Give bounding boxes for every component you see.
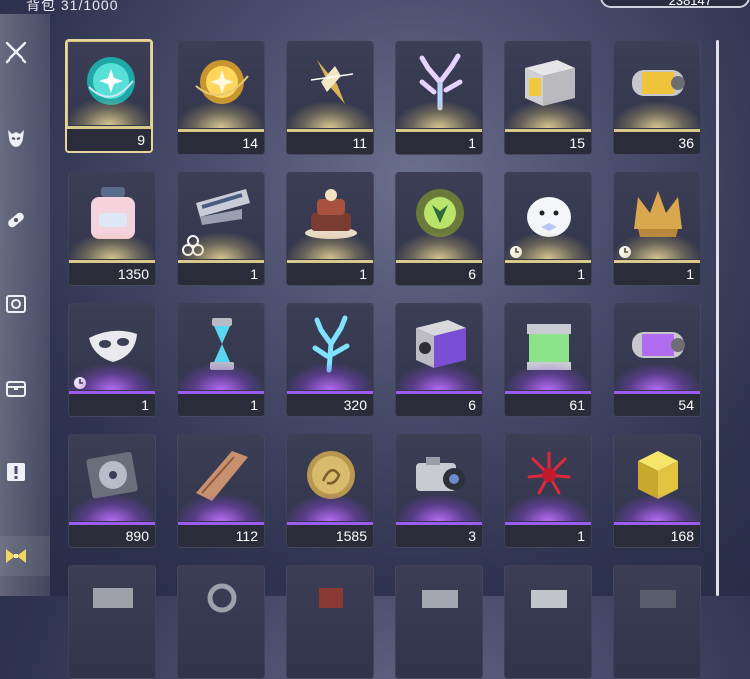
item-slot-purple-chest-box[interactable]: 6 — [395, 303, 483, 417]
item-slot-weapon-card[interactable]: 1 — [177, 172, 265, 286]
item-count: 3 — [468, 528, 476, 544]
item-count: 14 — [242, 135, 258, 151]
item-slot-pink-jar[interactable]: 1350 — [68, 172, 156, 286]
item-count: 11 — [352, 135, 367, 151]
item-count: 1585 — [335, 528, 367, 544]
grey-box-icon — [93, 588, 133, 608]
item-count: 168 — [670, 528, 694, 544]
item-slot-partial[interactable] — [613, 565, 701, 679]
item-slot-layer-cake[interactable]: 1 — [286, 172, 374, 286]
item-count: 15 — [569, 135, 585, 151]
grey-ring-icon — [207, 583, 237, 613]
item-count: 36 — [678, 135, 694, 151]
inventory-scrollbar[interactable] — [716, 40, 719, 596]
item-count: 1 — [250, 266, 258, 282]
grey-block-icon — [422, 590, 458, 608]
item-count: 9 — [137, 132, 145, 148]
item-count: 1 — [686, 266, 694, 282]
item-slot-partial[interactable] — [395, 565, 483, 679]
item-slot-partial[interactable] — [286, 565, 374, 679]
item-slot-white-mask[interactable]: 1 — [68, 303, 156, 417]
item-slot-gold-chest-box[interactable]: 15 — [504, 41, 592, 155]
item-count: 1 — [250, 397, 258, 413]
item-slot-gold-orb[interactable]: 14 — [177, 41, 265, 155]
item-count: 61 — [569, 397, 585, 413]
item-slot-purple-capsule[interactable]: 54 — [613, 303, 701, 417]
item-slot-disc-case[interactable]: 890 — [68, 434, 156, 548]
dark-slot-icon — [640, 590, 676, 608]
item-count: 6 — [468, 266, 476, 282]
item-count: 1350 — [117, 266, 149, 282]
silver-box-icon — [531, 590, 567, 608]
item-slot-iridescent-coral[interactable]: 1 — [395, 41, 483, 155]
item-slot-seal-plush[interactable]: 1 — [504, 172, 592, 286]
item-count: 890 — [125, 528, 149, 544]
item-count: 1 — [468, 135, 476, 151]
item-count: 320 — [343, 397, 367, 413]
item-slot-teal-orb[interactable]: 9 — [65, 39, 153, 153]
item-slot-partial[interactable] — [68, 565, 156, 679]
item-slot-green-emblem[interactable]: 6 — [395, 172, 483, 286]
item-count: 112 — [235, 528, 258, 544]
red-chunk-icon — [319, 588, 343, 608]
item-slot-gold-crown[interactable]: 1 — [613, 172, 701, 286]
item-slot-blue-coral[interactable]: 320 — [286, 303, 374, 417]
item-slot-gold-coin[interactable]: 1585 — [286, 434, 374, 548]
item-count: 6 — [468, 397, 476, 413]
item-slot-red-flower[interactable]: 1 — [504, 434, 592, 548]
item-slot-crystal-shard[interactable]: 11 — [286, 41, 374, 155]
item-count: 1 — [577, 528, 585, 544]
item-slot-camera[interactable]: 3 — [395, 434, 483, 548]
item-slot-partial[interactable] — [177, 565, 265, 679]
item-count: 54 — [678, 397, 694, 413]
item-slot-green-tank[interactable]: 61 — [504, 303, 592, 417]
item-slot-bronze-bar[interactable]: 112 — [177, 434, 265, 548]
item-slot-gold-capsule[interactable]: 36 — [613, 41, 701, 155]
inventory-grid: 9 14 11 1 15 36 1350 1 1 6 1 1 1 1 320 6… — [0, 0, 710, 679]
item-slot-blue-hourglass[interactable]: 1 — [177, 303, 265, 417]
item-count: 1 — [577, 266, 585, 282]
item-slot-glowing-cube[interactable]: 168 — [613, 434, 701, 548]
item-count: 1 — [141, 397, 149, 413]
item-slot-partial[interactable] — [504, 565, 592, 679]
item-count: 1 — [359, 266, 367, 282]
